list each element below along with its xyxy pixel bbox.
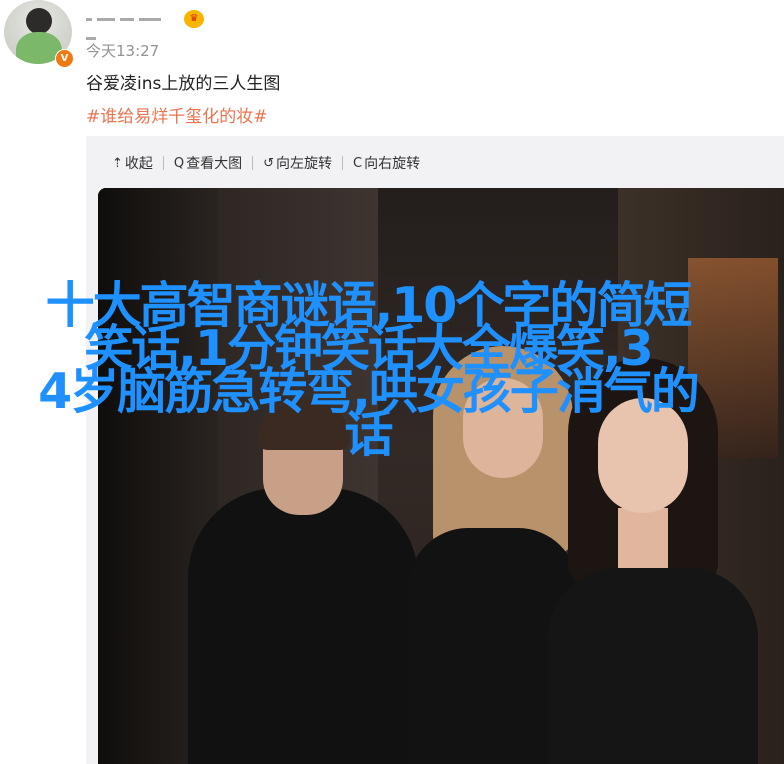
- collapse-label: 收起: [124, 156, 153, 172]
- vip-crown-icon[interactable]: ♛: [184, 10, 204, 28]
- toolbar-divider: [252, 156, 254, 170]
- view-large-button[interactable]: Q 查看大图: [174, 153, 242, 173]
- rotate-left-button[interactable]: ↺ 向左旋转: [263, 153, 332, 173]
- post-photo[interactable]: [98, 188, 784, 764]
- viewer-toolbar: ⇡ 收起 Q 查看大图 ↺ 向左旋转 C 向右旋转: [112, 150, 420, 176]
- post-hashtag[interactable]: #谁给易烊千玺化的妆#: [86, 102, 268, 127]
- username-blurred[interactable]: [86, 9, 178, 40]
- avatar-figure: [26, 8, 52, 34]
- rotate-right-button[interactable]: C 向右旋转: [353, 153, 420, 173]
- post-text: 谷爱凌ins上放的三人生图: [86, 74, 281, 94]
- collapse-button[interactable]: ⇡ 收起: [112, 153, 153, 173]
- photo-person: [188, 488, 418, 764]
- photo-person: [548, 568, 758, 764]
- view-large-label: 查看大图: [186, 156, 243, 172]
- rotate-right-label: 向右旋转: [364, 156, 421, 172]
- rotate-right-icon: C: [353, 155, 363, 171]
- rotate-left-icon: ↺: [263, 155, 275, 171]
- overlay-text: 十大高智商谜语,10个字的简短 笑话,1分钟笑话大全爆笑,3 4岁脑筋急转弯,哄…: [8, 281, 728, 459]
- verified-icon: V: [55, 49, 74, 68]
- collapse-icon: ⇡: [112, 155, 123, 171]
- toolbar-divider: [162, 156, 164, 170]
- rotate-left-label: 向左旋转: [276, 156, 333, 172]
- zoom-icon: Q: [173, 155, 185, 171]
- post-timestamp[interactable]: 今天13:27: [86, 40, 159, 61]
- toolbar-divider: [342, 156, 344, 170]
